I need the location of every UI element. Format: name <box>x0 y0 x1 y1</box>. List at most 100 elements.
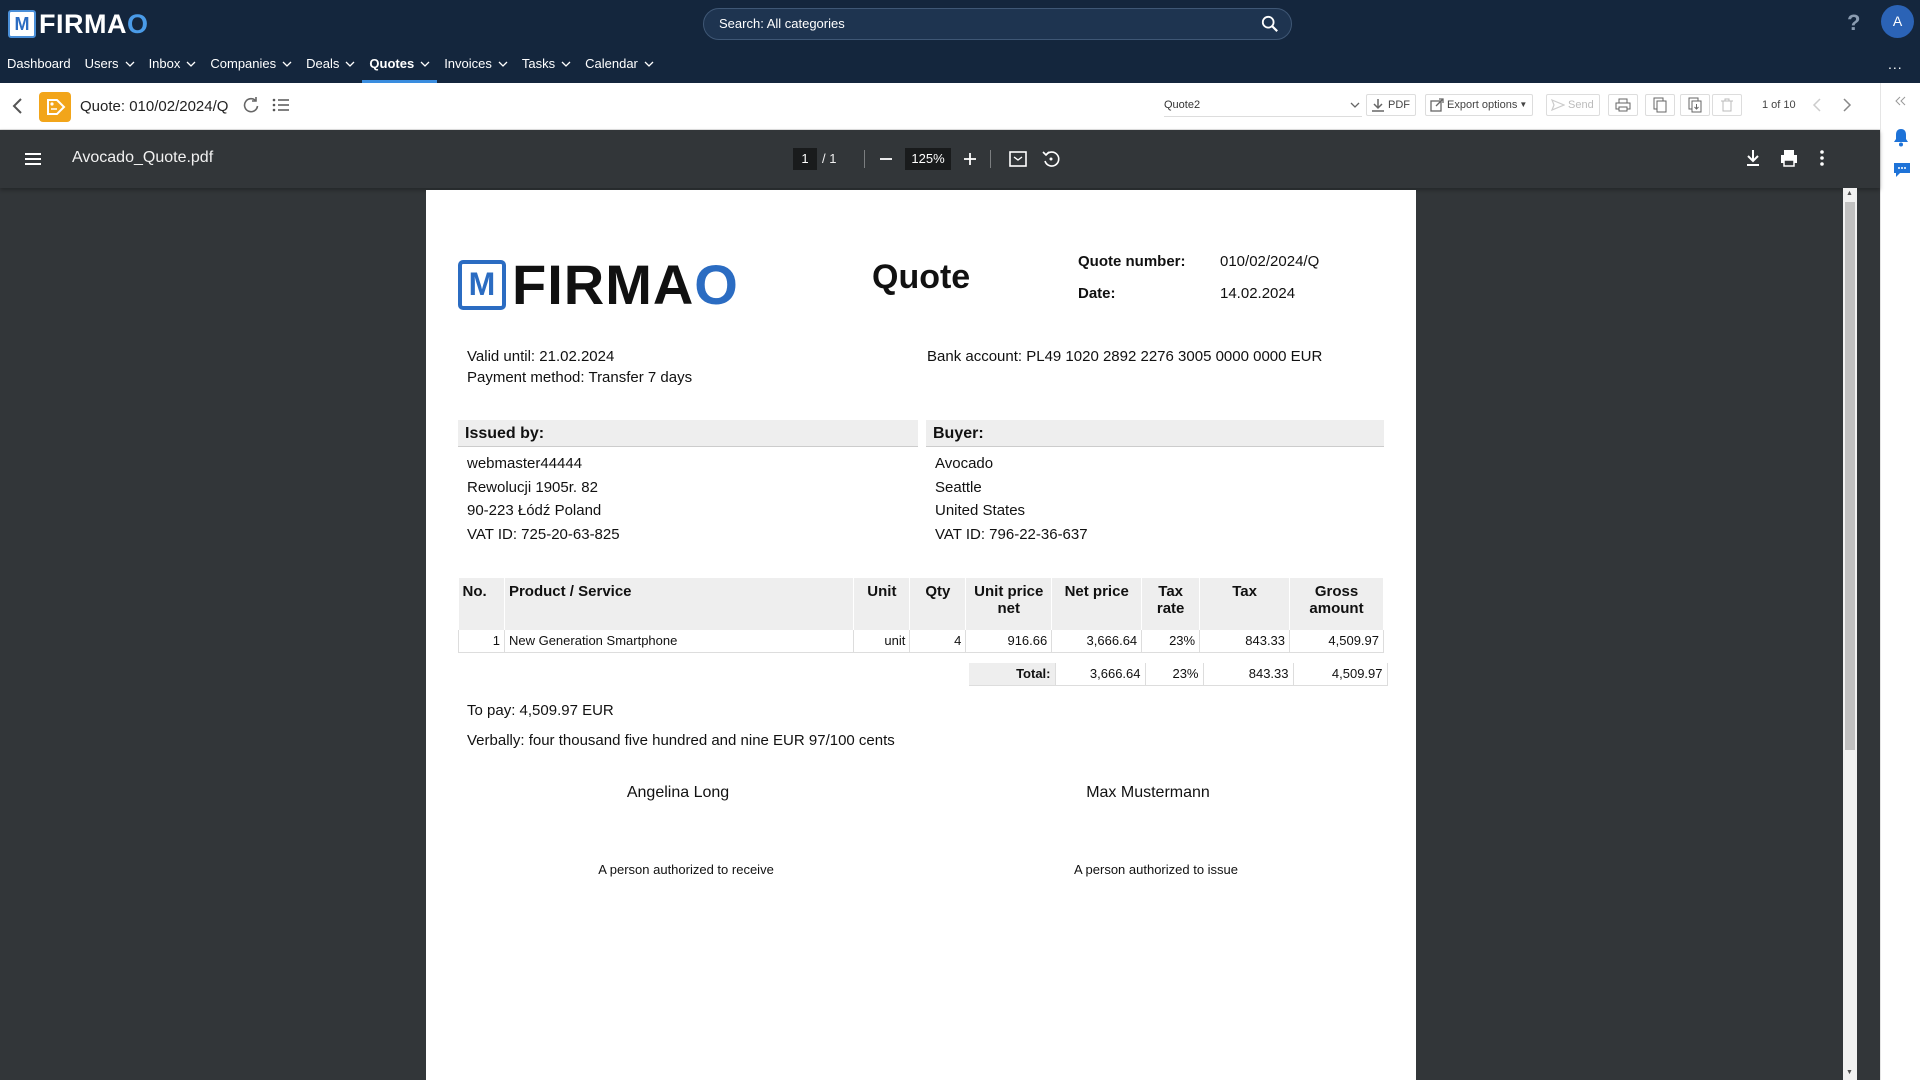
nav-dashboard[interactable]: Dashboard <box>0 53 78 83</box>
bank-account: Bank account: PL49 1020 2892 2276 3005 0… <box>927 348 1323 365</box>
total-gross: 4,509.97 <box>1293 663 1388 686</box>
main-nav: Dashboard Users Inbox Companies Deals Qu… <box>0 53 661 83</box>
cell-no: 1 <box>458 630 505 653</box>
print-icon[interactable] <box>1779 148 1799 168</box>
to-pay: To pay: 4,509.97 EUR <box>467 702 614 719</box>
pdf-button[interactable]: PDF <box>1366 94 1416 116</box>
col-unit-price: Unit price net <box>965 578 1053 630</box>
fit-to-page-icon[interactable] <box>1008 149 1028 169</box>
pdf-filename: Avocado_Quote.pdf <box>72 149 214 166</box>
valid-until: Valid until: 21.02.2024 <box>467 348 615 365</box>
user-avatar[interactable]: A <box>1881 5 1914 38</box>
refresh-icon[interactable] <box>242 96 260 114</box>
document-title: Quote <box>872 258 971 296</box>
download-icon[interactable] <box>1744 148 1762 168</box>
chat-icon[interactable] <box>1892 161 1912 179</box>
chevron-down-icon <box>345 61 355 67</box>
chevron-down-icon <box>498 61 508 67</box>
send-button[interactable]: Send <box>1546 94 1600 116</box>
nav-calendar[interactable]: Calendar <box>578 53 661 83</box>
collapse-double-chevron-icon[interactable] <box>1895 96 1907 106</box>
nav-invoices[interactable]: Invoices <box>437 53 515 83</box>
issuer-vat: VAT ID: 725-20-63-825 <box>467 526 620 543</box>
page-total: / 1 <box>822 151 837 166</box>
cell-gross: 4,509.97 <box>1289 630 1384 653</box>
previous-record-icon[interactable] <box>1812 97 1822 113</box>
page-number-input[interactable]: 1 <box>793 148 817 170</box>
nav-deals[interactable]: Deals <box>299 53 362 83</box>
col-qty: Qty <box>909 578 967 630</box>
date-value: 14.02.2024 <box>1220 285 1296 302</box>
logo-mark-icon: M <box>458 259 506 310</box>
more-menu-icon[interactable]: ... <box>1888 56 1903 72</box>
cell-unit-price: 916.66 <box>965 630 1053 653</box>
export-options-button[interactable]: Export options ▼ <box>1425 94 1534 116</box>
menu-icon[interactable] <box>24 151 42 167</box>
copy-button[interactable] <box>1645 94 1675 116</box>
print-button[interactable] <box>1608 94 1638 116</box>
search-icon[interactable] <box>1261 15 1279 33</box>
cell-product: New Generation Smartphone <box>504 630 855 653</box>
scroll-up-arrow-icon[interactable]: ▲ <box>1846 190 1853 197</box>
pdf-viewer-toolbar: Avocado_Quote.pdf 1 / 1 125% <box>0 130 1880 188</box>
table-row: 1 New Generation Smartphone unit 4 916.6… <box>458 630 1384 653</box>
more-vertical-icon[interactable] <box>1818 148 1826 168</box>
caret-down-icon: ▼ <box>1519 100 1528 109</box>
print-icon <box>1615 98 1631 112</box>
quote-tag-icon <box>39 92 71 122</box>
receiver-role: A person authorized to receive <box>598 862 774 877</box>
bell-icon[interactable] <box>1892 127 1910 147</box>
nav-companies[interactable]: Companies <box>203 53 299 83</box>
buyer-vat: VAT ID: 796-22-36-637 <box>935 526 1088 543</box>
document-logo: M FIRMAO <box>458 252 739 317</box>
firmao-logo[interactable]: M FIRMAO <box>8 9 149 39</box>
issuer-signature-role: A person authorized to issue <box>1073 862 1239 877</box>
zoom-in-icon[interactable] <box>962 149 978 169</box>
document-logo-text: FIRMA <box>512 253 695 316</box>
rotate-icon[interactable] <box>1041 149 1061 169</box>
logo-text: FIRMA <box>39 8 127 39</box>
logo-text-o: O <box>126 8 149 39</box>
cell-unit: unit <box>853 630 911 653</box>
cell-tax: 843.33 <box>1199 630 1291 653</box>
delete-button[interactable] <box>1712 94 1742 116</box>
zoom-level-input[interactable]: 125% <box>905 148 951 170</box>
global-search-input[interactable]: Search: All categories <box>703 8 1292 40</box>
col-tax: Tax <box>1199 578 1291 630</box>
nav-tasks[interactable]: Tasks <box>515 53 578 83</box>
total-rate: 23% <box>1145 663 1204 686</box>
items-table: No. Product / Service Unit Qty Unit pric… <box>458 578 1384 653</box>
divider <box>990 150 991 168</box>
quote-number-label: Quote number: <box>1078 253 1186 270</box>
top-header: M FIRMAO Search: All categories ? A Dash… <box>0 0 1920 83</box>
chevron-down-icon <box>186 61 196 67</box>
nav-quotes[interactable]: Quotes <box>362 53 438 83</box>
chevron-down-icon <box>125 61 135 67</box>
cell-net: 3,666.64 <box>1051 630 1143 653</box>
next-record-icon[interactable] <box>1842 97 1852 113</box>
totals-table: Total: 3,666.64 23% 843.33 4,509.97 <box>969 663 1388 686</box>
template-select[interactable]: Quote2 <box>1164 93 1362 117</box>
nav-users[interactable]: Users <box>78 53 142 83</box>
cell-qty: 4 <box>909 630 967 653</box>
nav-inbox[interactable]: Inbox <box>142 53 204 83</box>
vertical-scrollbar[interactable]: ▲ ▼ <box>1843 188 1857 1080</box>
convert-button[interactable] <box>1680 94 1710 116</box>
col-product: Product / Service <box>504 578 855 630</box>
back-arrow-icon[interactable] <box>10 96 26 116</box>
send-icon <box>1551 99 1565 111</box>
total-tax: 843.33 <box>1203 663 1294 686</box>
document-logo-text-o: O <box>694 253 739 316</box>
payment-method: Payment method: Transfer 7 days <box>467 369 693 386</box>
col-net-price: Net price <box>1051 578 1143 630</box>
scrollbar-thumb[interactable] <box>1845 202 1855 750</box>
cell-rate: 23% <box>1141 630 1201 653</box>
chevron-down-icon <box>420 61 430 67</box>
list-icon[interactable] <box>272 97 290 113</box>
zoom-out-icon[interactable] <box>878 149 894 169</box>
total-label: Total: <box>969 663 1056 686</box>
scroll-down-arrow-icon[interactable]: ▼ <box>1846 1069 1853 1076</box>
help-icon[interactable]: ? <box>1847 10 1865 35</box>
issuer-signature-name: Max Mustermann <box>1086 784 1210 801</box>
issuer-city: 90-223 Łódź Poland <box>467 502 602 519</box>
